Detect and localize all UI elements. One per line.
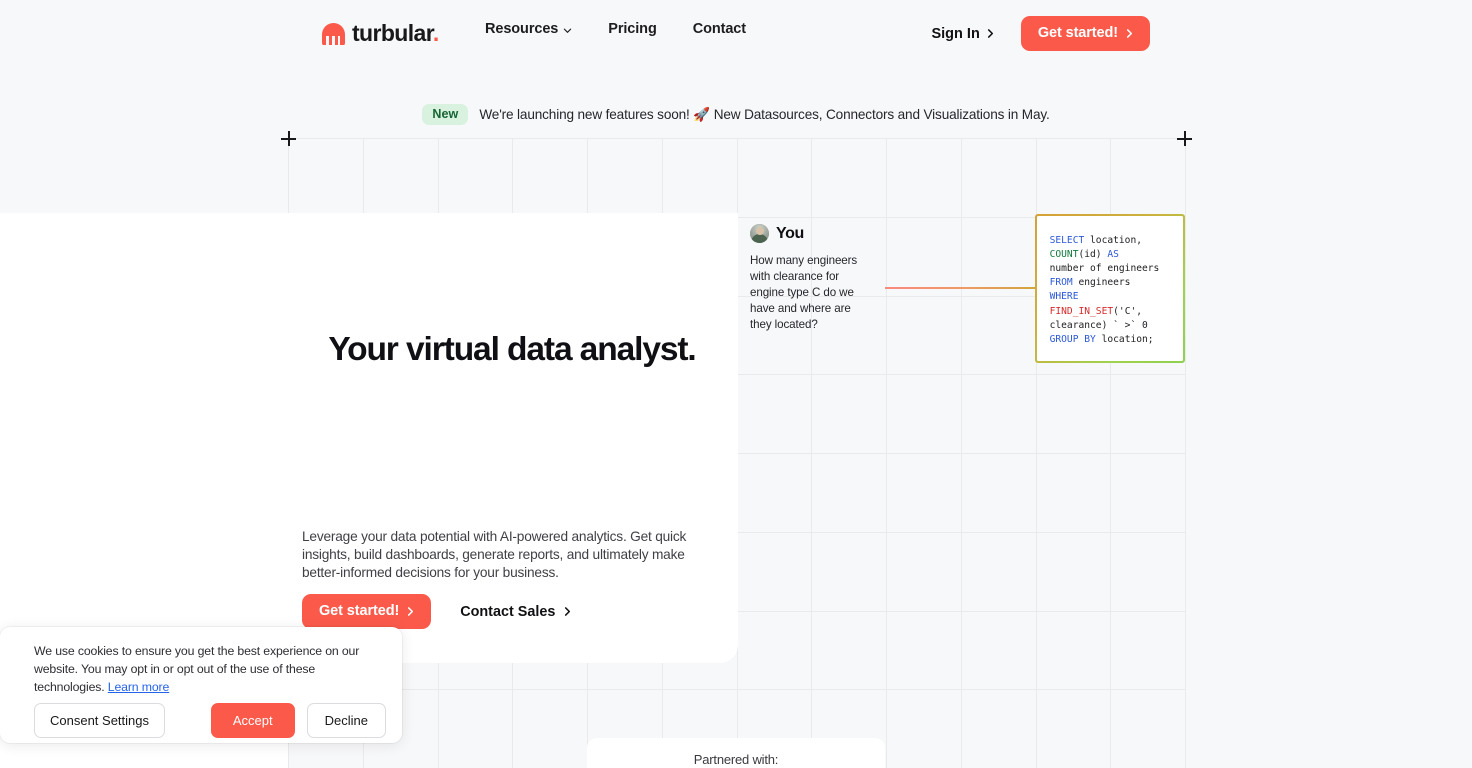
- header-actions: Sign In Get started!: [931, 16, 1150, 51]
- sql-token: GROUP BY: [1049, 333, 1096, 345]
- get-started-label-header: Get started!: [1037, 25, 1118, 41]
- consent-settings-button[interactable]: Consent Settings: [34, 703, 166, 738]
- page-root: turbular. Resources Pricing Contact Sign…: [0, 0, 1472, 768]
- chevron-right-icon: [565, 607, 571, 616]
- sql-token: (id): [1078, 248, 1108, 260]
- sql-token: location,: [1090, 234, 1143, 246]
- sql-token: SELECT: [1049, 234, 1085, 246]
- sql-token: engineers: [1078, 277, 1131, 289]
- chat-message: You How many engineers with clearance fo…: [750, 224, 874, 332]
- sql-code-block: SELECT location, COUNT(id) AS number of …: [1037, 216, 1184, 348]
- plus-marker-right: [1177, 131, 1192, 146]
- hero-cta-group: Get started! Contact Sales: [302, 594, 572, 629]
- cookie-consent-banner: We use cookies to ensure you get the bes…: [0, 627, 402, 743]
- sql-result-card: SELECT location, COUNT(id) AS number of …: [1035, 214, 1185, 363]
- get-started-label-hero: Get started!: [319, 603, 400, 619]
- chevron-right-icon: [1126, 28, 1133, 38]
- hero-content: Your virtual data analyst. Leverage your…: [302, 213, 722, 663]
- nav-item-contact[interactable]: Contact: [693, 21, 746, 37]
- contact-sales-label: Contact Sales: [460, 603, 556, 620]
- chat-author: You: [776, 224, 804, 242]
- nav-item-pricing[interactable]: Pricing: [608, 21, 657, 37]
- nav-label-resources: Resources: [485, 21, 559, 37]
- grid-line-horizontal: [288, 138, 1185, 139]
- turbular-logo-icon: [322, 22, 345, 45]
- page-title: Your virtual data analyst.: [328, 331, 696, 368]
- logo[interactable]: turbular.: [322, 20, 439, 47]
- sql-token: WHERE: [1049, 291, 1079, 303]
- site-header: turbular. Resources Pricing Contact Sign…: [0, 0, 1472, 64]
- nav-label-pricing: Pricing: [608, 21, 657, 37]
- hero-subtitle: Leverage your data potential with AI-pow…: [302, 529, 687, 581]
- chevron-down-icon: [564, 28, 572, 33]
- cookie-consent-text: We use cookies to ensure you get the bes…: [34, 642, 386, 696]
- hero-card: Your virtual data analyst. Leverage your…: [0, 213, 738, 663]
- get-started-button-hero[interactable]: Get started!: [302, 594, 432, 629]
- announcement-text: We're launching new features soon! 🚀 New…: [479, 106, 1050, 122]
- cookie-actions: Consent Settings Accept Decline: [34, 703, 386, 738]
- partners-panel: Partnered with:: [587, 738, 885, 768]
- nav-label-contact: Contact: [692, 21, 746, 37]
- get-started-button-header[interactable]: Get started!: [1020, 16, 1150, 51]
- plus-marker-left: [281, 131, 296, 146]
- status-badge-new: New: [422, 104, 469, 125]
- logo-dot: .: [432, 20, 439, 46]
- grid-line-vertical: [1185, 138, 1186, 768]
- sql-token: location;: [1095, 333, 1154, 345]
- sql-token: AS: [1107, 248, 1119, 260]
- sql-token: COUNT: [1049, 248, 1079, 260]
- sql-token: number of engineers: [1049, 262, 1160, 274]
- main-nav: Resources Pricing Contact: [485, 21, 746, 37]
- connector-line: [885, 287, 1035, 289]
- sign-in-link[interactable]: Sign In: [931, 26, 994, 42]
- learn-more-link[interactable]: Learn more: [108, 680, 170, 694]
- cookie-text-body: We use cookies to ensure you get the bes…: [34, 644, 360, 695]
- sign-in-label: Sign In: [931, 25, 980, 42]
- sql-token: FIND_IN_SET: [1049, 305, 1114, 317]
- announcement-banner[interactable]: New We're launching new features soon! 🚀…: [0, 104, 1472, 125]
- grid-line-horizontal: [288, 689, 1185, 690]
- nav-item-resources[interactable]: Resources: [485, 21, 572, 37]
- partners-label: Partnered with:: [693, 752, 779, 767]
- chevron-right-icon: [408, 606, 414, 616]
- decline-button[interactable]: Decline: [306, 703, 386, 738]
- logo-text: turbular.: [352, 20, 439, 47]
- accept-button[interactable]: Accept: [210, 703, 295, 738]
- contact-sales-link[interactable]: Contact Sales: [460, 604, 572, 620]
- chat-message-text: How many engineers with clearance for en…: [750, 254, 858, 331]
- logo-word: turbular: [352, 20, 433, 46]
- sql-token: FROM: [1049, 277, 1073, 289]
- avatar: [750, 224, 769, 243]
- chat-header: You: [750, 224, 874, 243]
- chevron-right-icon: [987, 29, 993, 38]
